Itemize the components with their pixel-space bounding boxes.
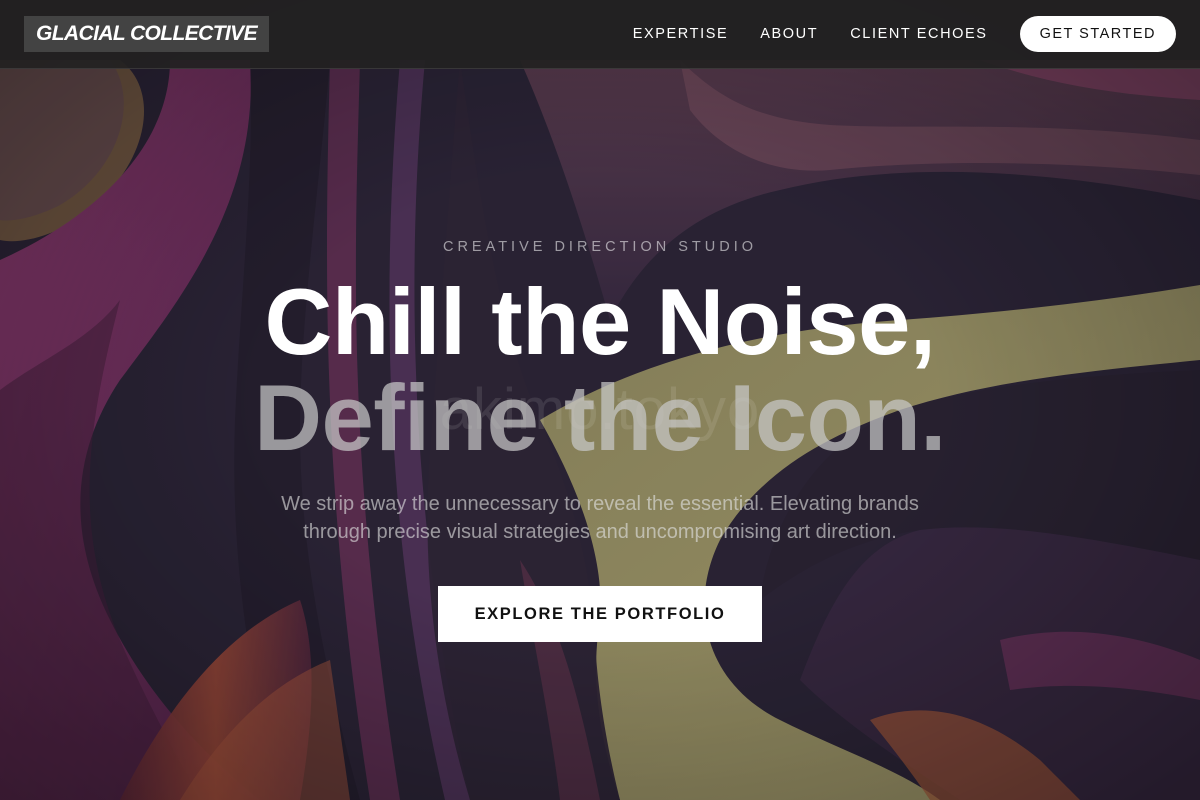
nav-link-expertise[interactable]: EXPERTISE	[633, 26, 729, 42]
top-navbar: GLACIAL COLLECTIVE EXPERTISE ABOUT CLIEN…	[0, 0, 1200, 69]
hero-subtext: We strip away the unnecessary to reveal …	[281, 493, 919, 543]
hero-headline-line2: Define the Icon.	[254, 365, 946, 470]
get-started-button[interactable]: GET STARTED	[1019, 16, 1176, 52]
hero-eyebrow: CREATIVE DIRECTION STUDIO	[442, 239, 758, 255]
explore-portfolio-button[interactable]: EXPLORE THE PORTFOLIO	[438, 586, 762, 642]
hero-section: CREATIVE DIRECTION STUDIO akimo.tokyo Ch…	[0, 0, 1200, 800]
brand-logo[interactable]: GLACIAL COLLECTIVE	[24, 16, 269, 52]
nav-link-client-echoes[interactable]: CLIENT ECHOES	[850, 26, 987, 42]
nav-link-about[interactable]: ABOUT	[760, 26, 818, 42]
nav-links: EXPERTISE ABOUT CLIENT ECHOES GET STARTE…	[633, 16, 1176, 52]
hero-headline-line1: Chill the Noise,	[264, 269, 936, 374]
